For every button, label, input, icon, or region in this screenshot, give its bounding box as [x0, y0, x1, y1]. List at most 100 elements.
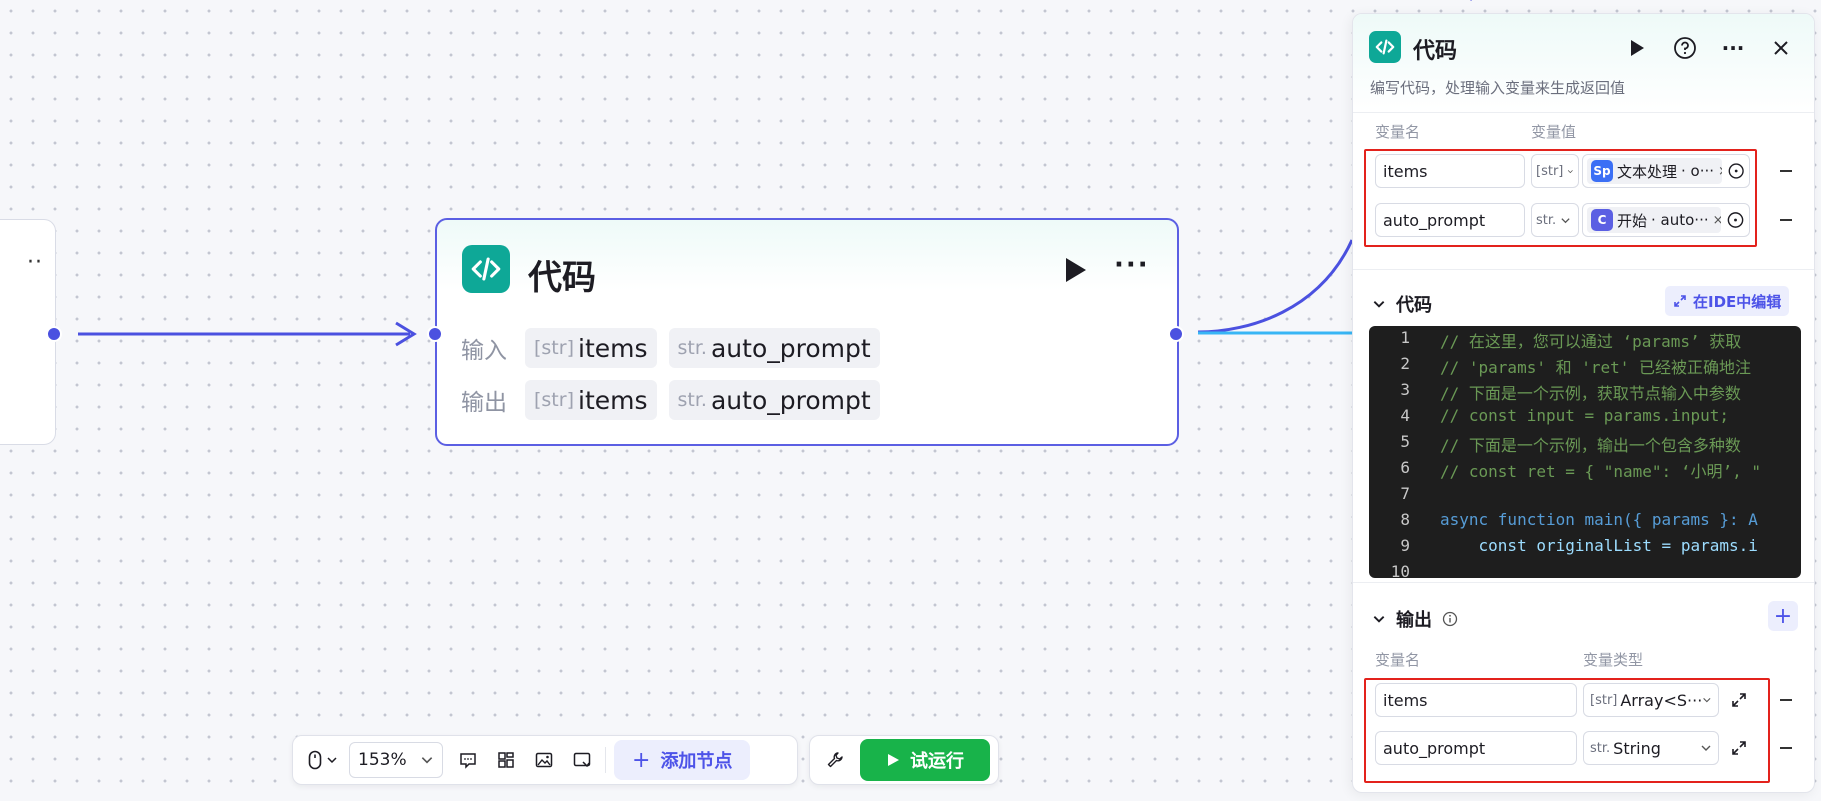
- code-editor[interactable]: 1 // 在这里，您可以通过 ‘params’ 获取 2 // 'params' 和…: [1369, 326, 1801, 578]
- remove-row-icon[interactable]: [1780, 699, 1792, 701]
- mouse-icon: [308, 750, 322, 770]
- output-chip: str. auto_prompt: [668, 380, 880, 420]
- test-run-label: 试运行: [910, 751, 964, 772]
- test-run-button[interactable]: 试运行: [860, 739, 990, 781]
- line-number: 4: [1400, 406, 1410, 425]
- code-line: // const input = params.input;: [1440, 406, 1729, 425]
- divider: [605, 747, 606, 773]
- code-line: // 下面是一个示例，获取节点输入中参数: [1440, 384, 1741, 403]
- chevron-down-icon: [1373, 301, 1385, 308]
- zoom-select[interactable]: 153%: [349, 742, 443, 778]
- type-icon: [str]: [534, 337, 574, 359]
- column-header: 变量值: [1531, 123, 1577, 141]
- column-header: 变量名: [1375, 651, 1421, 669]
- output-section-header[interactable]: 输出: [1372, 606, 1458, 632]
- more-icon[interactable]: ··: [27, 250, 43, 275]
- line-number: 6: [1400, 458, 1410, 477]
- output-port[interactable]: [1168, 326, 1184, 342]
- line-number: 3: [1400, 380, 1410, 399]
- code-icon: [1369, 31, 1401, 63]
- expand-icon: [1674, 295, 1686, 307]
- type-icon: str.: [677, 389, 707, 411]
- line-number: 8: [1400, 510, 1410, 529]
- add-output-button[interactable]: +: [1768, 601, 1798, 631]
- node-settings-panel: 代码 ··· 编写代码，处理输入变量来生成返回值 变量名 变量值 items […: [1352, 13, 1815, 793]
- section-title: 输出: [1396, 610, 1432, 631]
- output-port[interactable]: [46, 326, 62, 342]
- wrench-icon: [827, 752, 843, 768]
- auto-layout-button[interactable]: [487, 741, 525, 779]
- more-icon[interactable]: ···: [1114, 250, 1150, 280]
- column-header: 变量类型: [1583, 651, 1644, 669]
- input-label: 输入: [461, 338, 507, 364]
- more-icon[interactable]: ···: [1719, 34, 1747, 62]
- help-icon[interactable]: [1671, 34, 1699, 62]
- close-icon[interactable]: [1767, 34, 1795, 62]
- zoom-value: 153%: [358, 750, 407, 770]
- minimap-button[interactable]: [563, 741, 601, 779]
- chip-name: auto_prompt: [710, 333, 871, 363]
- remove-row-icon[interactable]: [1780, 219, 1792, 221]
- highlight-box: [1364, 678, 1770, 783]
- code-icon: [462, 245, 510, 293]
- interaction-mode-button[interactable]: [299, 741, 347, 779]
- comment-icon: [460, 753, 476, 769]
- line-number: 5: [1400, 432, 1410, 451]
- panel-description: 编写代码，处理输入变量来生成返回值: [1370, 79, 1626, 97]
- remove-row-icon[interactable]: [1780, 747, 1792, 749]
- image-button[interactable]: [525, 741, 563, 779]
- line-number: 2: [1400, 354, 1410, 373]
- play-icon: [888, 754, 899, 766]
- chevron-down-icon: [327, 757, 337, 764]
- edit-in-ide-button[interactable]: 在IDE中编辑: [1665, 286, 1790, 316]
- panel-title: 代码: [1413, 39, 1458, 64]
- node-outputs: 输出 [str] items str. auto_prompt: [461, 380, 880, 420]
- section-title: 代码: [1396, 295, 1432, 316]
- plus-icon: +: [632, 747, 651, 773]
- image-icon: [535, 752, 553, 768]
- code-line: // 'params' 和 'ret' 已经被正确地注: [1440, 358, 1752, 377]
- highlight-box: [1364, 149, 1757, 247]
- input-chip: [str] items: [525, 328, 657, 368]
- add-node-label: 添加节点: [660, 751, 733, 772]
- code-line: // 下面是一个示例，输出一个包含多种数: [1440, 436, 1741, 455]
- divider: [1353, 269, 1814, 270]
- code-line: // const ret = { "name": ‘小明’, ": [1440, 462, 1761, 481]
- chevron-down-icon: [1373, 616, 1385, 623]
- column-header: 变量名: [1375, 123, 1421, 141]
- code-line: const originalList = params.i: [1440, 536, 1758, 555]
- run-icon[interactable]: [1062, 256, 1088, 284]
- code-node[interactable]: 代码 ··· 输入 [str] items str. auto_prompt 输…: [435, 218, 1179, 446]
- debug-button[interactable]: [816, 741, 854, 779]
- run-icon[interactable]: [1623, 34, 1651, 62]
- add-node-button[interactable]: + 添加节点: [614, 740, 751, 780]
- chevron-down-icon: [421, 757, 433, 764]
- canvas-toolbar: 153% + 添加节点: [292, 735, 798, 785]
- input-port[interactable]: [427, 326, 443, 342]
- line-number: 7: [1400, 484, 1410, 503]
- node-title: 代码: [528, 258, 596, 298]
- code-section-header[interactable]: 代码: [1372, 291, 1432, 317]
- code-line: async function main({ params }: A: [1440, 510, 1758, 529]
- remove-row-icon[interactable]: [1780, 170, 1792, 172]
- info-icon: [1442, 611, 1458, 627]
- node-inputs: 输入 [str] items str. auto_prompt: [461, 328, 880, 368]
- chip-name: auto_prompt: [710, 385, 871, 415]
- ide-button-label: 在IDE中编辑: [1693, 292, 1782, 311]
- minimap-icon: [573, 752, 591, 768]
- chip-name: items: [578, 385, 648, 415]
- line-number: 10: [1390, 562, 1410, 578]
- output-label: 输出: [461, 390, 507, 416]
- layout-icon: [498, 752, 514, 768]
- divider: [1353, 112, 1814, 113]
- line-number: 1: [1400, 328, 1410, 347]
- line-number: 9: [1400, 536, 1410, 555]
- run-toolbar: 试运行: [809, 735, 999, 785]
- divider: [1353, 582, 1814, 583]
- chip-name: items: [578, 333, 648, 363]
- code-line: // 在这里，您可以通过 ‘params’ 获取: [1440, 332, 1742, 351]
- comment-button[interactable]: [449, 741, 487, 779]
- type-icon: [str]: [534, 389, 574, 411]
